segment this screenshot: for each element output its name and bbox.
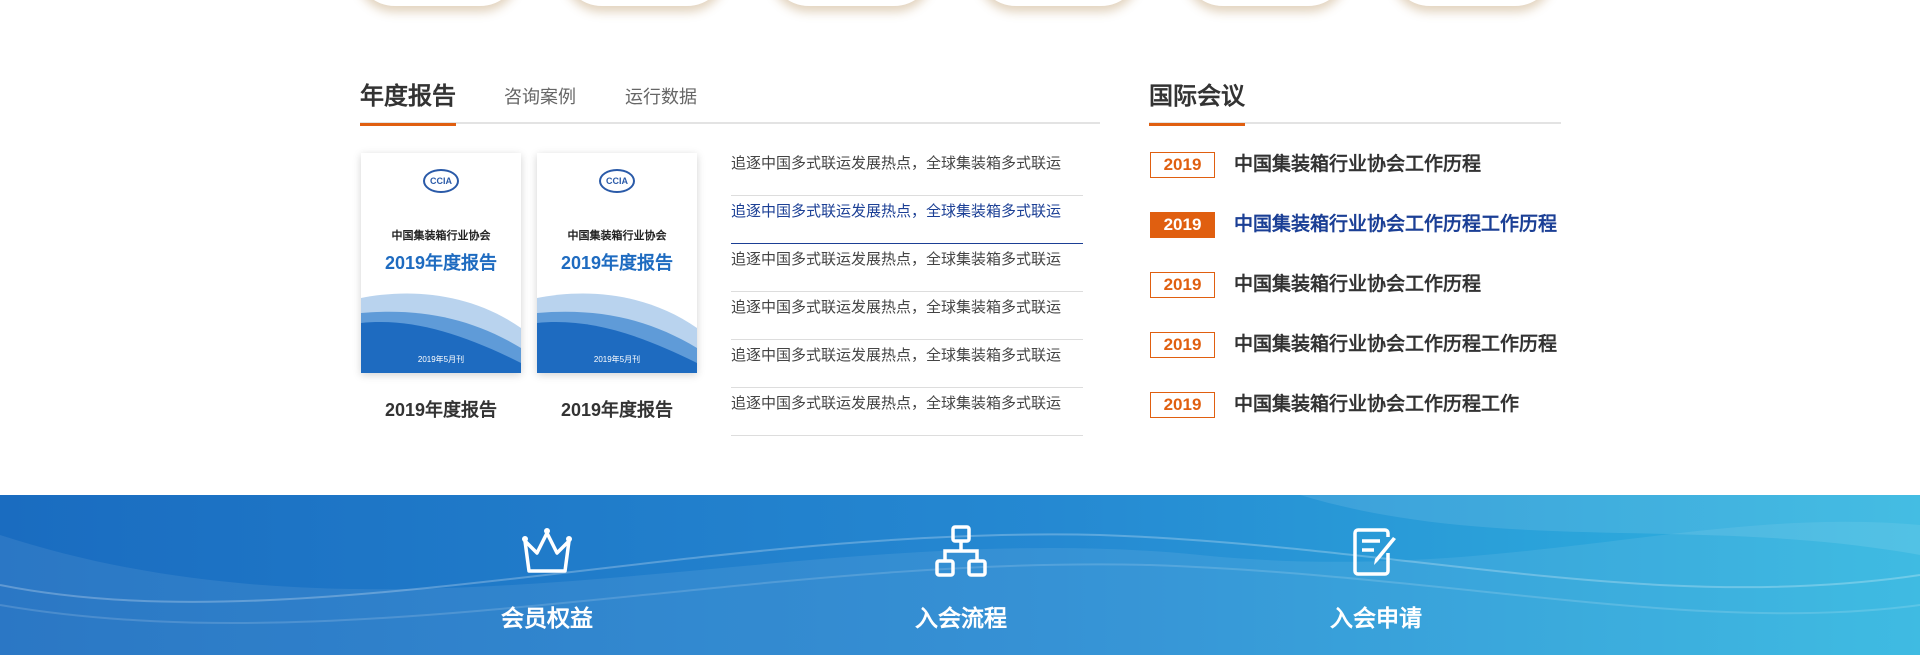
conference-item[interactable]: 2019 中国集装箱行业协会工作历程 (1150, 152, 1570, 212)
news-item[interactable]: 追逐中国多式联运发展热点，全球集装箱多式联运 (731, 388, 1083, 436)
crown-icon (522, 528, 572, 573)
year-badge: 2019 (1150, 152, 1215, 178)
conference-link[interactable]: 中国集装箱行业协会工作历程工作历程 (1234, 332, 1557, 358)
report-cover-title: 2019年度报告 (560, 253, 674, 273)
conference-item[interactable]: 2019 中国集装箱行业协会工作历程工作历程 (1150, 212, 1570, 272)
report-date: 2019年5月刊 (593, 355, 641, 364)
news-link[interactable]: 追逐中国多式联运发展热点，全球集装箱多式联运 (731, 388, 1083, 428)
year-badge: 2019 (1150, 212, 1215, 238)
news-link[interactable]: 追逐中国多式联运发展热点，全球集装箱多式联运 (731, 340, 1083, 380)
top-card (355, 0, 520, 6)
top-card (976, 0, 1141, 6)
year-badge: 2019 (1150, 392, 1215, 418)
news-link[interactable]: 追逐中国多式联运发展热点，全球集装箱多式联运 (731, 244, 1083, 284)
report-card[interactable]: CCIA 中国集装箱行业协会 2019年度报告 2019年5月刊 2019年度报… (361, 153, 521, 420)
report-caption[interactable]: 2019年度报告 (361, 396, 521, 422)
report-card[interactable]: CCIA 中国集装箱行业协会 2019年度报告 2019年5月刊 2019年度报… (537, 153, 697, 420)
tab-annual-report[interactable]: 年度报告 (360, 78, 456, 126)
feature-label: 会员权益 (501, 605, 593, 631)
news-link[interactable]: 追逐中国多式联运发展热点，全球集装箱多式联运 (731, 148, 1083, 188)
conference-item[interactable]: 2019 中国集装箱行业协会工作历程工作历程 (1150, 332, 1570, 392)
feature-label: 入会申请 (1330, 605, 1422, 631)
report-caption[interactable]: 2019年度报告 (537, 396, 697, 422)
ccia-logo: CCIA (599, 169, 635, 193)
news-item[interactable]: 追逐中国多式联运发展热点，全球集装箱多式联运 (731, 148, 1083, 196)
join-application-button[interactable]: 入会申请 (1306, 495, 1446, 655)
report-cover-title: 2019年度报告 (384, 253, 498, 273)
top-card (769, 0, 934, 6)
conference-title[interactable]: 国际会议 (1149, 78, 1245, 126)
news-link[interactable]: 追逐中国多式联运发展热点，全球集装箱多式联运 (731, 292, 1083, 332)
year-badge: 2019 (1150, 272, 1215, 298)
ccia-logo: CCIA (423, 169, 459, 193)
conference-link[interactable]: 中国集装箱行业协会工作历程 (1234, 272, 1481, 298)
report-org: 中国集装箱行业协会 (567, 230, 667, 242)
tab-operation-data[interactable]: 运行数据 (625, 78, 697, 124)
news-item[interactable]: 追逐中国多式联运发展热点，全球集装箱多式联运 (731, 340, 1083, 388)
feature-label: 入会流程 (915, 605, 1007, 631)
top-card (1183, 0, 1348, 6)
join-process-button[interactable]: 入会流程 (891, 495, 1031, 655)
flowchart-icon (935, 525, 987, 577)
news-item[interactable]: 追逐中国多式联运发展热点，全球集装箱多式联运 (731, 244, 1083, 292)
news-link[interactable]: 追逐中国多式联运发展热点，全球集装箱多式联运 (731, 196, 1083, 236)
report-cover[interactable]: CCIA 中国集装箱行业协会 2019年度报告 2019年5月刊 (537, 153, 697, 373)
application-form-icon (1353, 528, 1396, 576)
top-card (1390, 0, 1555, 6)
news-item[interactable]: 追逐中国多式联运发展热点，全球集装箱多式联运 (731, 196, 1083, 244)
tab-consulting-cases[interactable]: 咨询案例 (504, 78, 576, 124)
news-item[interactable]: 追逐中国多式联运发展热点，全球集装箱多式联运 (731, 292, 1083, 340)
top-card (562, 0, 727, 6)
conference-link[interactable]: 中国集装箱行业协会工作历程 (1234, 152, 1481, 178)
year-badge: 2019 (1150, 332, 1215, 358)
report-org: 中国集装箱行业协会 (391, 230, 491, 242)
news-list: 追逐中国多式联运发展热点，全球集装箱多式联运 追逐中国多式联运发展热点，全球集装… (731, 148, 1083, 436)
conference-link[interactable]: 中国集装箱行业协会工作历程工作 (1234, 392, 1519, 418)
top-card-row (355, 0, 1565, 14)
conference-item[interactable]: 2019 中国集装箱行业协会工作历程 (1150, 272, 1570, 332)
conference-link[interactable]: 中国集装箱行业协会工作历程工作历程 (1234, 212, 1557, 238)
conference-header: 国际会议 (1149, 78, 1561, 126)
membership-banner: 会员权益 入会流程 入会申请 (0, 495, 1920, 655)
conference-list: 2019 中国集装箱行业协会工作历程 2019 中国集装箱行业协会工作历程工作历… (1150, 152, 1570, 452)
conference-item[interactable]: 2019 中国集装箱行业协会工作历程工作 (1150, 392, 1570, 452)
member-benefits-button[interactable]: 会员权益 (477, 495, 617, 655)
annual-tabs: 年度报告 咨询案例 运行数据 (360, 78, 1100, 126)
report-date: 2019年5月刊 (417, 355, 465, 364)
report-cover[interactable]: CCIA 中国集装箱行业协会 2019年度报告 2019年5月刊 (361, 153, 521, 373)
